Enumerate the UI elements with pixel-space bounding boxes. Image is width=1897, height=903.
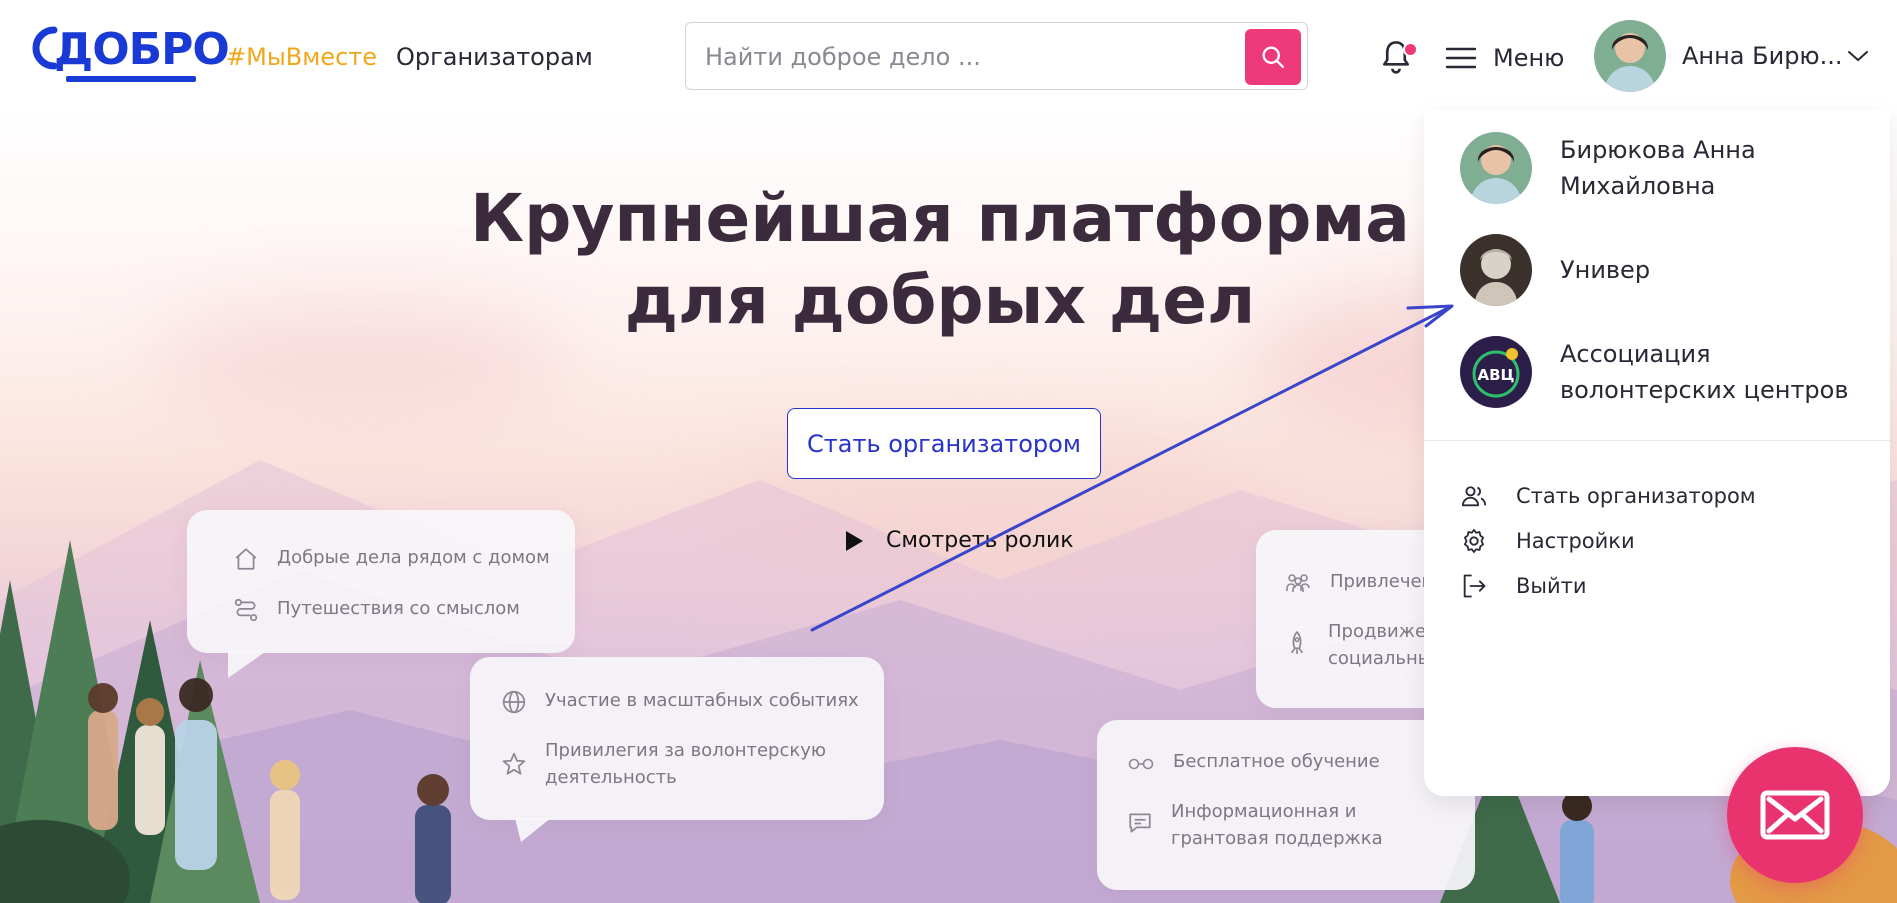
play-icon <box>846 530 863 551</box>
message-icon <box>1129 813 1151 833</box>
gear-icon <box>1464 529 1484 553</box>
organizers-link[interactable]: Организаторам <box>396 40 593 74</box>
star-icon <box>502 752 526 775</box>
user-name: Анна Бирю... <box>1682 42 1843 70</box>
feature-item: Участие в масштабных событиях <box>501 687 859 715</box>
notification-dot <box>1403 42 1418 57</box>
profile-item-univer[interactable]: Универ <box>1460 234 1850 306</box>
profile-item-avc[interactable]: АВЦ Ассоциация волонтерских центров <box>1460 336 1850 408</box>
profile-item-personal[interactable]: Бирюкова Анна Михайловна <box>1460 132 1850 204</box>
site-header: ДОБРО #МыВместе Организаторам Меню Анна … <box>0 0 1897 114</box>
hamburger-icon <box>1445 47 1477 69</box>
feature-card-1: Добрые дела рядом с домом Путешествия со… <box>187 510 575 653</box>
mail-icon <box>1760 790 1830 840</box>
user-menu-button[interactable]: Анна Бирю... <box>1594 20 1870 92</box>
menu-label: Меню <box>1493 44 1565 72</box>
globe-icon <box>502 690 526 714</box>
feature-item: Привилегия за волонтерскую деятельность <box>501 737 841 791</box>
group-icon <box>1286 574 1310 592</box>
search-icon <box>1262 46 1285 69</box>
user-dropdown: Бирюкова Анна Михайловна Универ АВЦ Ассо… <box>1424 110 1890 796</box>
floating-action-button[interactable] <box>1727 747 1863 883</box>
hashtag-link[interactable]: #МыВместе <box>226 40 377 74</box>
watch-video-link[interactable]: Смотреть ролик <box>844 528 1074 553</box>
search-input[interactable] <box>703 35 1207 79</box>
settings-item[interactable]: Настройки <box>1460 527 1635 555</box>
search-button[interactable] <box>1245 29 1301 85</box>
feature-item: Бесплатное обучение <box>1127 748 1380 776</box>
route-icon <box>234 598 258 622</box>
search-box <box>685 22 1308 90</box>
glasses-icon <box>1128 758 1154 770</box>
become-organizer-button[interactable]: Стать организатором <box>787 408 1101 479</box>
avatar <box>1460 132 1532 204</box>
dobro-logo[interactable]: ДОБРО <box>26 20 230 82</box>
feature-item: Информационная и грантовая поддержка <box>1127 798 1447 852</box>
avatar <box>1460 234 1532 306</box>
feature-item: Продвиже социальны <box>1284 618 1432 672</box>
feature-card-4: Бесплатное обучение Информационная и гра… <box>1097 720 1475 890</box>
feature-card-2: Участие в масштабных событиях Привилегия… <box>470 657 884 820</box>
logout-icon <box>1463 574 1486 598</box>
logout-item[interactable]: Выйти <box>1460 572 1587 600</box>
home-icon <box>235 548 257 570</box>
hero-title: Крупнейшая платформа для добрых дел <box>470 180 1410 339</box>
become-organizer-item[interactable]: Стать организатором <box>1460 482 1756 510</box>
feature-item: Путешествия со смыслом <box>233 595 520 623</box>
avatar: АВЦ <box>1460 336 1532 408</box>
feature-item: Привлечен <box>1284 568 1433 596</box>
avatar <box>1594 20 1666 92</box>
chevron-down-icon <box>1848 51 1868 62</box>
svg-text:АВЦ: АВЦ <box>1478 366 1515 384</box>
card-tail <box>228 650 268 678</box>
divider <box>1424 440 1890 441</box>
card-tail <box>515 818 551 842</box>
menu-button[interactable]: Меню <box>1445 38 1564 78</box>
feature-item: Добрые дела рядом с домом <box>233 544 550 572</box>
rocket-icon <box>1290 630 1304 654</box>
users-icon <box>1461 486 1487 507</box>
